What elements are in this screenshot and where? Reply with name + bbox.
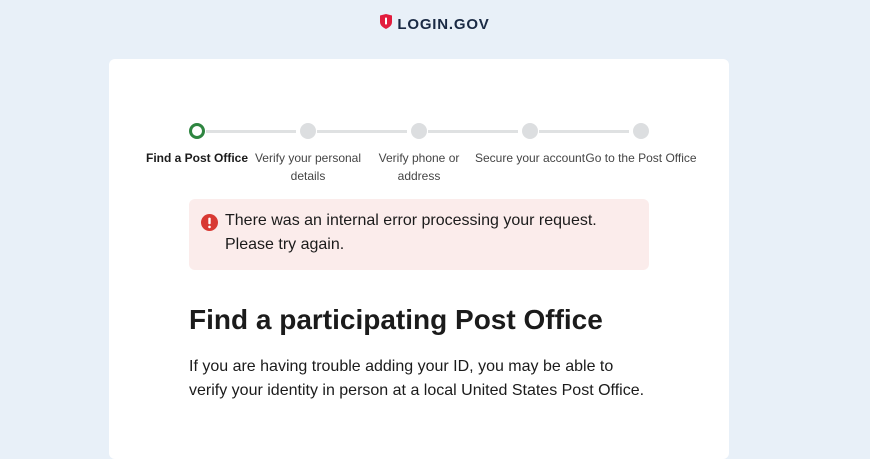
step-find-post-office: Find a Post Office (137, 123, 257, 167)
error-alert: There was an internal error processing y… (189, 199, 649, 270)
step-label: Secure your account (474, 151, 586, 165)
shield-icon (380, 14, 393, 34)
step-label: Verify phone or address (378, 151, 460, 183)
step-marker (411, 123, 427, 139)
step-current-marker (189, 123, 205, 139)
step-verify-phone-or-address: Verify phone or address (359, 123, 479, 185)
page-title: Find a participating Post Office (189, 304, 603, 335)
step-label: Verify your personal details (254, 151, 362, 183)
step-go-to-post-office: Go to the Post Office (581, 123, 701, 167)
site-logo[interactable]: LOGIN.GOV (0, 14, 870, 34)
intro-text: If you are having trouble adding your ID… (189, 358, 645, 399)
step-secure-account: Secure your account (470, 123, 590, 167)
alert-message: There was an internal error processing y… (225, 212, 597, 253)
step-label: Go to the Post Office (585, 151, 697, 165)
main-card: Find a Post Office Verify your personal … (109, 59, 729, 459)
logo-text: LOGIN.GOV (397, 15, 490, 33)
step-marker (633, 123, 649, 139)
step-marker (300, 123, 316, 139)
step-verify-personal-details: Verify your personal details (248, 123, 368, 185)
step-indicator: Find a Post Office Verify your personal … (109, 91, 729, 183)
error-icon (201, 214, 218, 231)
step-label: Find a Post Office (145, 151, 248, 165)
step-marker (522, 123, 538, 139)
